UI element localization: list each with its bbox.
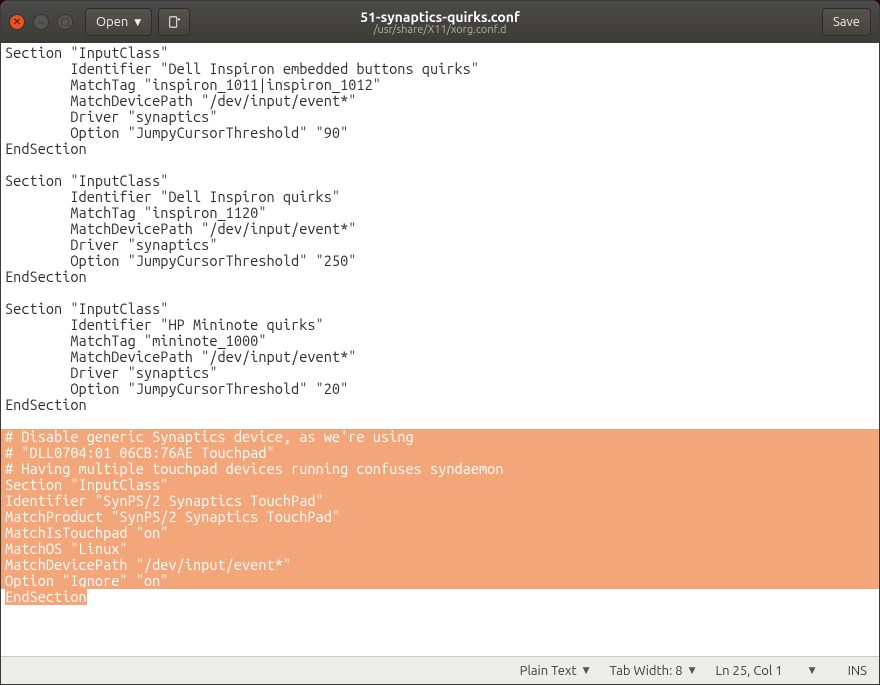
maximize-icon[interactable]: ▢ [57,14,73,30]
syntax-label: Plain Text [520,664,577,678]
editor-line[interactable] [1,413,879,429]
editor-line[interactable]: Driver "synaptics" [1,237,879,253]
window-title: 51-synaptics-quirks.conf [360,9,520,25]
close-icon[interactable]: ✕ [9,14,25,30]
editor-line[interactable]: Section "InputClass" [1,477,879,493]
editor-line[interactable]: MatchDevicePath "/dev/input/event*" [1,349,879,365]
editor-line[interactable] [1,285,879,301]
insert-mode-indicator[interactable]: INS [848,664,867,678]
syntax-selector[interactable]: Plain Text ▼ [520,664,590,678]
editor-line[interactable]: Identifier "SynPS/2 Synaptics TouchPad" [1,493,879,509]
new-tab-button[interactable] [158,8,190,36]
chevron-down-icon: ▼ [583,665,590,676]
window-controls: ✕ – ▢ [9,14,73,30]
editor-line[interactable]: MatchTag "inspiron_1120" [1,205,879,221]
chevron-down-icon: ▼ [809,665,816,676]
open-button-label: Open [96,15,128,29]
save-button[interactable]: Save [822,8,871,36]
editor-line[interactable]: EndSection [1,141,879,157]
new-document-icon [167,15,181,29]
window-subtitle: /usr/share/X11/xorg.conf.d [374,24,507,36]
titlebar: ✕ – ▢ Open ▼ 51-synaptics-quirks.conf /u… [1,1,879,43]
insert-mode-label: INS [848,664,867,678]
tab-width-label: Tab Width: 8 [610,664,683,678]
editor-line[interactable]: Option "JumpyCursorThreshold" "250" [1,253,879,269]
editor-line[interactable]: Option "JumpyCursorThreshold" "90" [1,125,879,141]
editor-line[interactable]: MatchDevicePath "/dev/input/event*" [1,93,879,109]
editor-line[interactable]: # Disable generic Synaptics device, as w… [1,429,879,445]
editor-line[interactable]: Driver "synaptics" [1,365,879,381]
editor-line[interactable]: Option "JumpyCursorThreshold" "20" [1,381,879,397]
editor-line[interactable]: Identifier "HP Mininote quirks" [1,317,879,333]
editor-line[interactable]: MatchOS "Linux" [1,541,879,557]
editor-line[interactable]: MatchTag "inspiron_1011|inspiron_1012" [1,77,879,93]
editor-line[interactable]: Section "InputClass" [1,301,879,317]
editor-line[interactable]: Option "Ignore" "on" [1,573,879,589]
editor-line[interactable]: # Having multiple touchpad devices runni… [1,461,879,477]
editor-line[interactable]: Section "InputClass" [1,45,879,61]
editor-line[interactable]: MatchDevicePath "/dev/input/event*" [1,557,879,573]
editor-line[interactable]: EndSection [1,269,879,285]
cursor-position[interactable]: Ln 25, Col 1 ▼ [716,664,816,678]
editor-line[interactable]: EndSection [1,589,879,605]
editor-line[interactable]: # "DLL0704:01 06CB:76AE Touchpad" [1,445,879,461]
editor-line[interactable]: MatchDevicePath "/dev/input/event*" [1,221,879,237]
statusbar: Plain Text ▼ Tab Width: 8 ▼ Ln 25, Col 1… [1,656,879,684]
open-button[interactable]: Open ▼ [85,8,152,36]
editor-line[interactable] [1,157,879,173]
text-editor-area[interactable]: Section "InputClass" Identifier "Dell In… [1,43,879,656]
editor-line[interactable]: Driver "synaptics" [1,109,879,125]
editor-line[interactable]: MatchProduct "SynPS/2 Synaptics TouchPad… [1,509,879,525]
editor-line[interactable]: Identifier "Dell Inspiron quirks" [1,189,879,205]
cursor-position-label: Ln 25, Col 1 [716,664,783,678]
save-button-label: Save [833,15,860,29]
editor-line[interactable]: MatchIsTouchpad "on" [1,525,879,541]
minimize-icon[interactable]: – [33,14,49,30]
editor-line[interactable]: Identifier "Dell Inspiron embedded butto… [1,61,879,77]
tab-width-selector[interactable]: Tab Width: 8 ▼ [610,664,696,678]
chevron-down-icon: ▼ [689,665,696,676]
chevron-down-icon: ▼ [134,17,141,28]
editor-line[interactable]: Section "InputClass" [1,173,879,189]
editor-window: ✕ – ▢ Open ▼ 51-synaptics-quirks.conf /u… [0,0,880,685]
editor-line[interactable]: EndSection [1,397,879,413]
editor-line[interactable]: MatchTag "mininote_1000" [1,333,879,349]
